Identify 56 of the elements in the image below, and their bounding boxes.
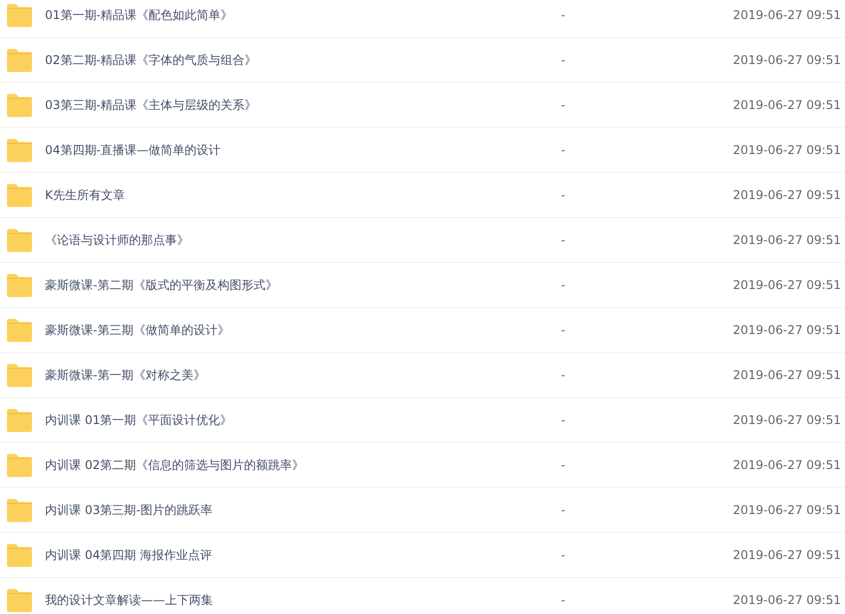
file-size: - bbox=[561, 368, 566, 382]
modified-date: 2019-06-27 09:51 bbox=[732, 98, 842, 112]
folder-icon bbox=[6, 94, 33, 116]
folder-icon bbox=[6, 544, 33, 566]
file-size: - bbox=[561, 413, 566, 427]
file-size: - bbox=[561, 53, 566, 67]
folder-icon bbox=[6, 408, 33, 432]
file-name[interactable]: 01第一期-精品课《配色如此简单》 bbox=[45, 6, 561, 24]
file-size: - bbox=[561, 323, 566, 337]
folder-icon bbox=[6, 48, 33, 72]
file-name[interactable]: 内训课 04第四期 海报作业点评 bbox=[45, 546, 561, 564]
file-name[interactable]: K先生所有文章 bbox=[45, 186, 561, 204]
modified-date: 2019-06-27 09:51 bbox=[732, 323, 842, 337]
file-size: - bbox=[561, 98, 566, 112]
folder-icon bbox=[6, 4, 33, 26]
file-size: - bbox=[561, 8, 566, 22]
folder-icon bbox=[6, 454, 33, 476]
file-name[interactable]: 内训课 01第一期《平面设计优化》 bbox=[45, 412, 561, 428]
file-size: - bbox=[561, 548, 566, 562]
modified-date: 2019-06-27 09:51 bbox=[732, 278, 842, 292]
folder-icon bbox=[6, 588, 33, 612]
modified-date: 2019-06-27 09:51 bbox=[732, 233, 842, 247]
modified-date: 2019-06-27 09:51 bbox=[732, 458, 842, 472]
modified-date: 2019-06-27 09:51 bbox=[732, 8, 842, 22]
folder-icon bbox=[6, 498, 33, 522]
file-name[interactable]: 《论语与设计师的那点事》 bbox=[45, 232, 561, 248]
folder-icon bbox=[6, 274, 33, 296]
modified-date: 2019-06-27 09:51 bbox=[732, 593, 842, 607]
file-size: - bbox=[561, 278, 566, 292]
file-size: - bbox=[561, 503, 566, 517]
modified-date: 2019-06-27 09:51 bbox=[732, 53, 842, 67]
file-size: - bbox=[561, 143, 566, 157]
file-name[interactable]: 豪斯微课-第三期《做简单的设计》 bbox=[45, 322, 561, 338]
modified-date: 2019-06-27 09:51 bbox=[732, 368, 842, 382]
modified-date: 2019-06-27 09:51 bbox=[732, 548, 842, 562]
file-size: - bbox=[561, 188, 566, 202]
modified-date: 2019-06-27 09:51 bbox=[732, 503, 842, 517]
modified-date: 2019-06-27 09:51 bbox=[732, 143, 842, 157]
file-name[interactable]: 02第二期-精品课《字体的气质与组合》 bbox=[45, 52, 561, 68]
file-size: - bbox=[561, 593, 566, 607]
folder-icon bbox=[6, 228, 33, 252]
file-name[interactable]: 内训课 02第二期《信息的筛选与图片的额跳率》 bbox=[45, 456, 561, 474]
file-name[interactable]: 03第三期-精品课《主体与层级的关系》 bbox=[45, 96, 561, 114]
modified-date: 2019-06-27 09:51 bbox=[732, 188, 842, 202]
file-name[interactable]: 豪斯微课-第二期《版式的平衡及构图形式》 bbox=[45, 276, 561, 294]
file-name[interactable]: 04第四期-直播课—做简单的设计 bbox=[45, 142, 561, 158]
folder-icon bbox=[6, 364, 33, 386]
file-name[interactable]: 豪斯微课-第一期《对称之美》 bbox=[45, 366, 561, 384]
folder-icon bbox=[6, 138, 33, 162]
folder-icon bbox=[6, 184, 33, 206]
file-size: - bbox=[561, 233, 566, 247]
file-name[interactable]: 内训课 03第三期-图片的跳跃率 bbox=[45, 502, 561, 518]
folder-icon bbox=[6, 318, 33, 342]
file-size: - bbox=[561, 458, 566, 472]
modified-date: 2019-06-27 09:51 bbox=[732, 413, 842, 427]
file-name[interactable]: 我的设计文章解读——上下两集 bbox=[45, 592, 561, 608]
